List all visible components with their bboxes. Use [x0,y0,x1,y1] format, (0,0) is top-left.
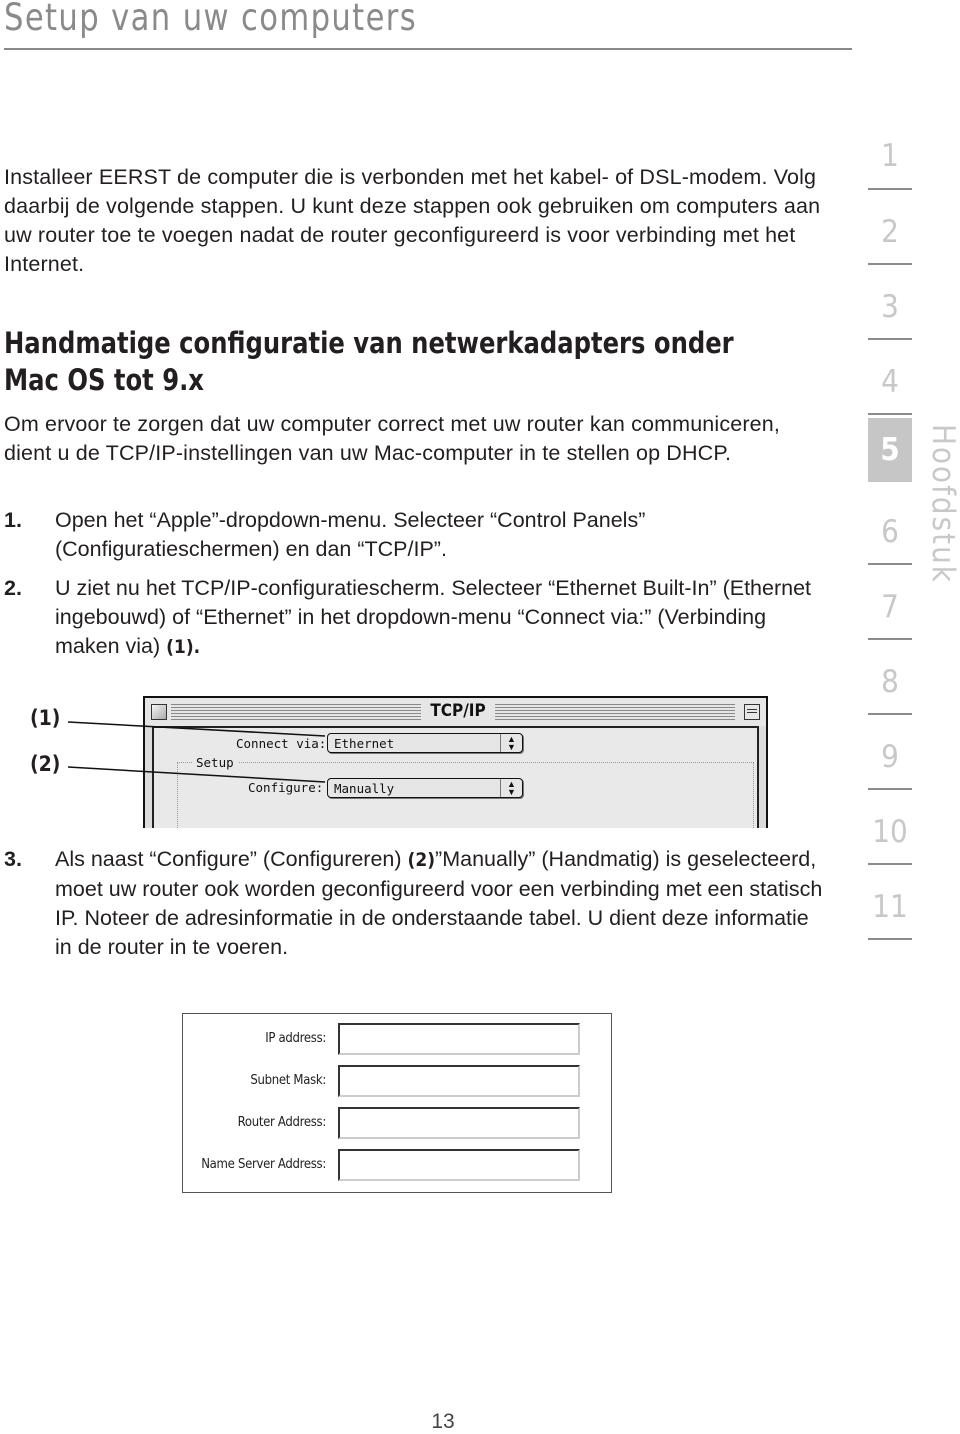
chapter-11[interactable]: 11 [868,889,912,925]
address-row-ip: IP address: [183,1023,611,1059]
configure-select[interactable]: Manually ▲ ▼ [327,778,523,798]
chapter-divider [868,188,912,190]
page-number: 13 [431,1410,455,1433]
chapter-8[interactable]: 8 [868,664,912,700]
step-number: 3. [4,847,22,871]
chapter-3[interactable]: 3 [868,289,912,325]
section-paragraph: Om ervoor te zorgen dat uw computer corr… [4,412,781,465]
step-number: 2. [4,576,22,600]
updown-arrows-icon: ▲ ▼ [500,734,522,752]
step-text: Open het “Apple”-dropdown-menu. Selectee… [55,508,646,561]
chapter-divider [868,563,912,565]
connect-via-label: Connect via: [236,736,327,751]
chapter-divider [868,263,912,265]
callout-reference: (1). [166,636,201,658]
setup-group-label: Setup [192,755,238,770]
callout-reference: (2) [407,849,436,871]
dialog-titlebar[interactable]: TCP/IP [145,698,766,726]
connect-via-value: Ethernet [334,736,395,751]
chapter-divider [868,863,912,865]
chapter-divider [868,938,912,940]
chapter-4[interactable]: 4 [868,364,912,400]
chapter-2[interactable]: 2 [868,214,912,250]
chapter-1[interactable]: 1 [868,138,912,174]
name-server-address-field[interactable] [338,1149,580,1181]
address-row-router: Router Address: [183,1107,611,1143]
section-heading: Handmatige configuratie van netwerkadapt… [4,326,734,397]
step-text-before: Als naast “Configure” (Configureren) [55,847,408,871]
collapse-box-icon[interactable] [744,704,760,720]
chapter-10[interactable]: 10 [868,814,912,850]
close-box-icon[interactable] [151,704,167,720]
configure-label: Configure: [248,780,324,795]
dialog-content: Connect via: Ethernet ▲ ▼ Setup Configure… [152,726,759,828]
page-title: Setup van uw computers [4,0,418,39]
chapter-6[interactable]: 6 [868,514,912,550]
chapter-5-active[interactable]: 5 [868,418,912,482]
configure-value: Manually [334,781,395,796]
router-address-label: Router Address: [237,1115,327,1130]
tcpip-dialog: TCP/IP Connect via: Ethernet ▲ ▼ Setup Co… [143,696,768,828]
titlebar-stripes [171,704,421,720]
callout-2: (2) [30,752,61,776]
chapter-divider [868,788,912,790]
address-table: IP address: Subnet Mask: Router Address:… [182,1013,612,1193]
titlebar-stripes [495,704,735,720]
chapter-divider [868,713,912,715]
chapter-divider [868,413,912,415]
address-row-subnet: Subnet Mask: [183,1065,611,1101]
chapter-9[interactable]: 9 [868,739,912,775]
step-number: 1. [4,508,22,532]
updown-arrows-icon: ▲ ▼ [500,779,522,797]
subnet-mask-label: Subnet Mask: [250,1073,326,1088]
ip-address-label: IP address: [265,1031,326,1046]
chapter-7[interactable]: 7 [868,589,912,625]
name-server-address-label: Name Server Address: [201,1157,326,1172]
ip-address-field[interactable] [338,1023,580,1055]
intro-paragraph: Installeer EERST de computer die is verb… [4,165,821,276]
connect-via-select[interactable]: Ethernet ▲ ▼ [327,733,523,753]
step-text: Als naast “Configure” (Configureren) (2)… [55,845,825,962]
subnet-mask-field[interactable] [338,1065,580,1097]
chapter-divider [868,638,912,640]
dialog-title: TCP/IP [430,701,486,721]
address-row-nameserver: Name Server Address: [183,1149,611,1185]
callout-1: (1) [30,706,61,730]
title-rule [4,48,852,50]
chapter-label: Hoofdstuk [925,424,960,584]
step-text: U ziet nu het TCP/IP-configuratiescherm.… [55,574,825,662]
router-address-field[interactable] [338,1107,580,1139]
chapter-divider [868,338,912,340]
